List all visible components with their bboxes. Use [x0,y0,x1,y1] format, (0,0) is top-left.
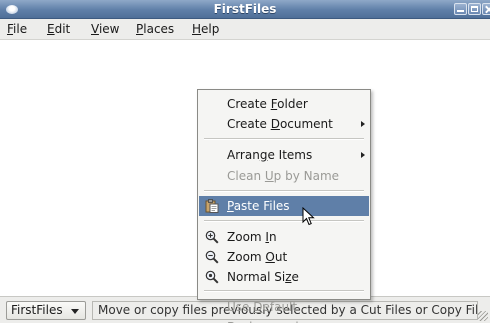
create-folder-label-post: older [277,97,308,111]
menu-file-label: ile [13,22,28,36]
normal-size-label-pre: Normal Si [227,270,286,284]
use-default-background-label-pre: Use [227,300,254,314]
mouse-pointer-icon [302,207,315,226]
normal-size-label-post: e [291,270,299,284]
create-folder-label-pre: Create [227,97,271,111]
firstfiles-window: FirstFiles File Edit View Places Help Fi… [0,0,490,323]
menu-bar: File Edit View Places Help [0,19,490,40]
paste-files-label-post: aste Files [233,199,290,213]
menu-file[interactable]: File [7,22,27,37]
context-menu: Create Folder Create Document Arrange It… [197,89,371,323]
menu-separator [204,290,364,292]
menu-edit-mnemonic: E [47,22,55,36]
zoom-in-icon [205,230,219,244]
chevron-down-icon [71,309,79,314]
arrange-items-label-pre: Arran [227,148,260,162]
menu-help[interactable]: Help [192,22,219,37]
zoom-normal-icon [205,270,219,284]
zoom-in-label-post: n [268,230,277,244]
submenu-arrow-icon [361,121,365,127]
create-document-mnemonic: D [270,117,280,131]
use-default-background-label: Use Default Background [227,297,369,323]
zoom-out-label: Zoom Out [227,247,287,267]
menu-item-use-default-background: Use Default Background [199,297,369,323]
zoom-out-label-post: ut [274,250,288,264]
minimize-icon[interactable] [454,3,467,15]
menu-item-clean-up-by-name: Clean Up by Name [199,166,369,186]
arrange-items-label: Arrange Items [227,145,312,165]
resize-grip[interactable] [478,311,488,321]
zoom-out-label-pre: Zoom [227,250,266,264]
menu-help-label: elp [201,22,220,36]
paste-icon [205,199,219,213]
menu-item-create-folder[interactable]: Create Folder [199,94,369,114]
submenu-arrow-icon [361,152,365,158]
menu-separator [204,220,364,222]
menu-help-mnemonic: H [192,22,202,36]
menu-view-label: iew [98,22,120,36]
menu-item-zoom-out[interactable]: Zoom Out [199,247,369,267]
menu-separator [204,138,364,140]
menu-item-zoom-in[interactable]: Zoom In [199,227,369,247]
clean-up-label: Clean Up by Name [227,166,339,186]
maximize-icon[interactable] [468,3,481,15]
close-icon[interactable] [482,3,490,15]
normal-size-label: Normal Size [227,267,299,287]
title-bar[interactable]: FirstFiles [0,0,490,19]
menu-places-label: laces [143,22,175,36]
paste-files-mnemonic: P [227,199,234,213]
menu-separator [204,190,364,192]
zoom-in-label: Zoom In [227,227,277,247]
arrange-items-label-post: e Items [267,148,313,162]
location-dropdown[interactable]: FirstFiles [6,301,86,320]
menu-item-paste-files[interactable]: Paste Files [199,196,369,216]
zoom-out-mnemonic: O [265,250,275,264]
clean-up-mnemonic: U [264,169,274,183]
menu-edit-label: dit [54,22,71,36]
clean-up-label-pre: Clean [227,169,265,183]
zoom-in-label-pre: Zoom [227,230,266,244]
menu-view-mnemonic: V [91,22,99,36]
clean-up-label-post: p by Name [273,169,340,183]
create-document-label-pre: Create [227,117,271,131]
menu-places[interactable]: Places [136,22,174,37]
menu-edit[interactable]: Edit [47,22,70,37]
location-dropdown-label: FirstFiles [11,303,63,317]
window-title: FirstFiles [213,2,277,16]
menu-item-create-document[interactable]: Create Document [199,114,369,134]
paste-files-label: Paste Files [227,196,290,216]
zoom-out-icon [205,250,219,264]
create-folder-label: Create Folder [227,94,308,114]
create-document-label: Create Document [227,114,333,134]
menu-item-arrange-items[interactable]: Arrange Items [199,145,369,165]
create-document-label-post: ocument [279,117,333,131]
menu-view[interactable]: View [91,22,119,37]
menu-item-normal-size[interactable]: Normal Size [199,267,369,287]
